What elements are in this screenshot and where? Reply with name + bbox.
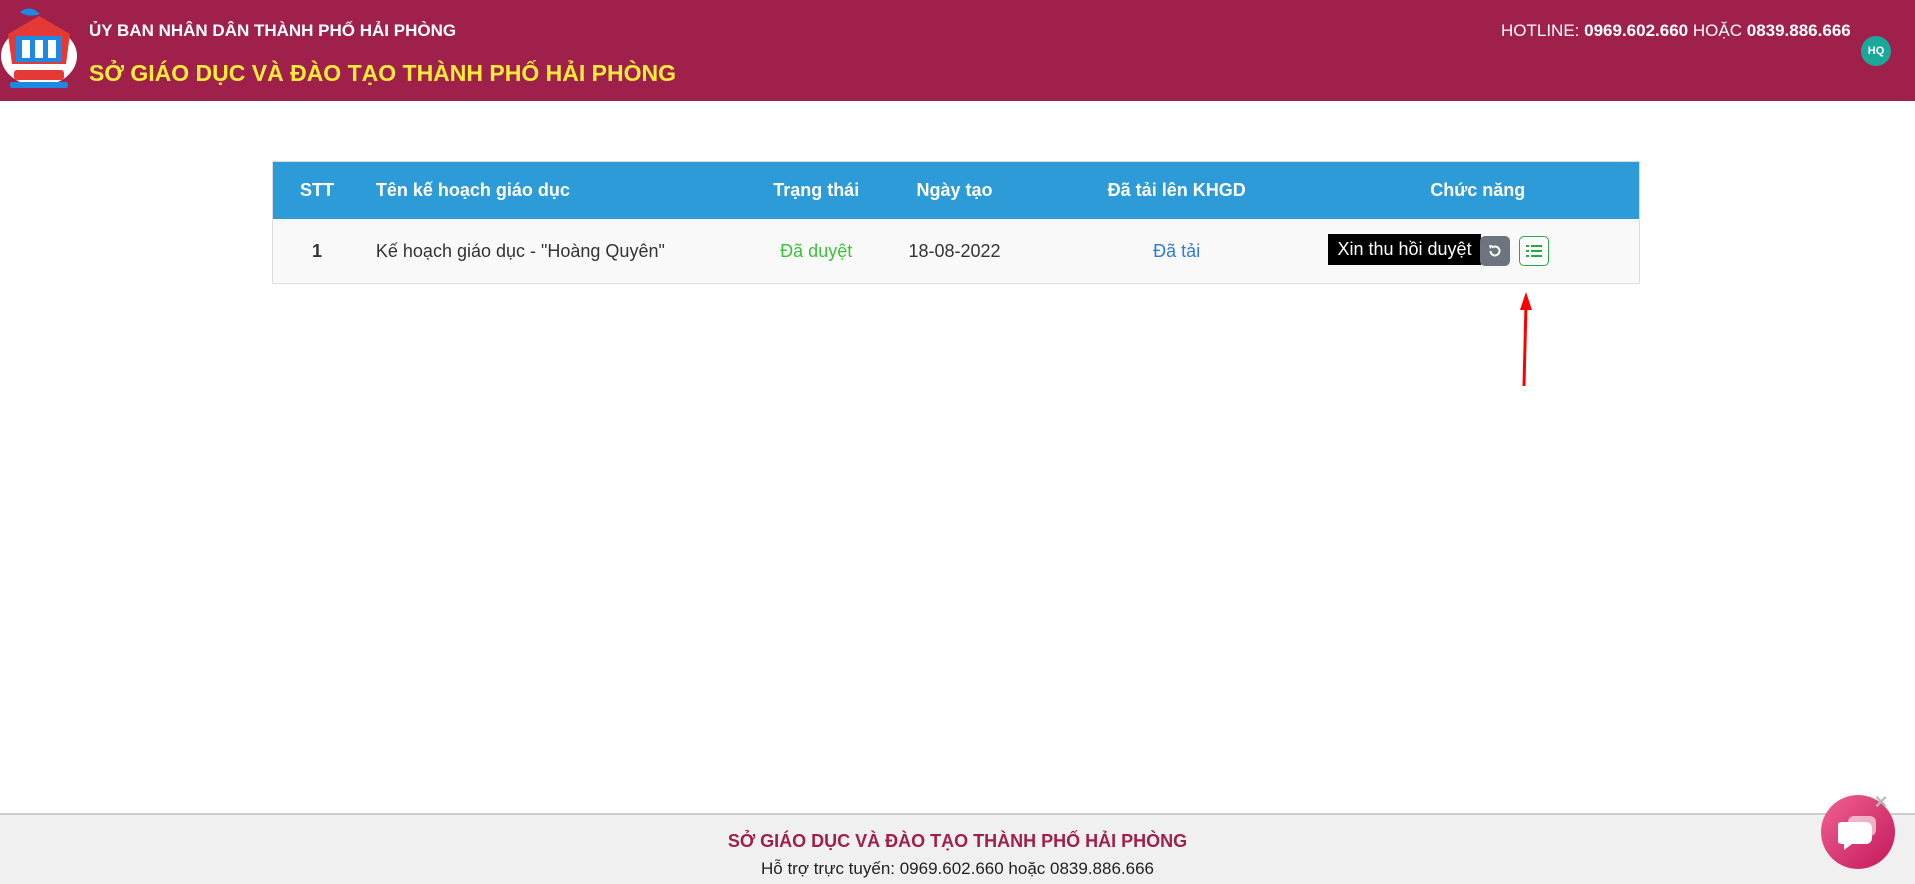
logo-icon[interactable] bbox=[0, 4, 78, 92]
site-header: ỦY BAN NHÂN DÂN THÀNH PHỐ HẢI PHÒNG SỞ G… bbox=[0, 0, 1915, 101]
footer-title: SỞ GIÁO DỤC VÀ ĐÀO TẠO THÀNH PHỐ HẢI PHÒ… bbox=[727, 831, 1188, 851]
row-status: Đã duyệt bbox=[780, 240, 853, 261]
list-icon bbox=[1526, 245, 1543, 257]
row-actions: Xin thu hồi duyệt bbox=[1316, 219, 1639, 283]
col-actions: Chức năng bbox=[1430, 180, 1526, 200]
row-name: Kế hoạch giáo dục - "Hoàng Quyên" bbox=[375, 240, 665, 261]
site-footer: SỞ GIÁO DỤC VÀ ĐÀO TẠO THÀNH PHỐ HẢI PHÒ… bbox=[0, 813, 1915, 884]
plan-table-container: STT Tên kế hoạch giáo dục Trạng thái Ngà… bbox=[272, 161, 1640, 284]
table-row: 1 Kế hoạch giáo dục - "Hoàng Quyên" Đã d… bbox=[273, 219, 1639, 283]
avatar[interactable]: HQ bbox=[1861, 36, 1891, 66]
row-uploaded-link[interactable]: Đã tải bbox=[1037, 219, 1317, 283]
hotline-label: HOTLINE: bbox=[1501, 21, 1580, 40]
col-created: Ngày tạo bbox=[916, 180, 993, 200]
table-header-row: STT Tên kế hoạch giáo dục Trạng thái Ngà… bbox=[273, 162, 1639, 219]
row-created: 18-08-2022 bbox=[908, 240, 1001, 261]
revoke-approval-button[interactable] bbox=[1480, 236, 1511, 266]
undo-icon bbox=[1489, 245, 1501, 257]
hotline-number-1: 0969.602.660 bbox=[1584, 21, 1689, 40]
org-name: ỦY BAN NHÂN DÂN THÀNH PHỐ HẢI PHÒNG bbox=[89, 21, 457, 40]
col-name: Tên kế hoạch giáo dục bbox=[375, 180, 570, 200]
row-stt: 1 bbox=[311, 240, 322, 261]
chat-icon bbox=[1838, 816, 1876, 850]
chat-close-icon[interactable]: × bbox=[1870, 791, 1892, 813]
revoke-tooltip: Xin thu hồi duyệt bbox=[1328, 234, 1488, 265]
col-uploaded: Đã tải lên KHGD bbox=[1107, 180, 1246, 200]
dept-name: SỞ GIÁO DỤC VÀ ĐÀO TẠO THÀNH PHỐ HẢI PHÒ… bbox=[89, 60, 676, 86]
annotation-arrow-icon bbox=[1520, 292, 1532, 387]
view-details-button[interactable] bbox=[1519, 236, 1550, 266]
hotline-info: HOTLINE: 0969.602.660 HOẶC 0839.886.666 bbox=[1501, 21, 1851, 41]
hotline-or: HOẶC bbox=[1692, 21, 1742, 40]
col-status: Trạng thái bbox=[773, 180, 860, 200]
plan-table: STT Tên kế hoạch giáo dục Trạng thái Ngà… bbox=[273, 162, 1639, 283]
hotline-number-2: 0839.886.666 bbox=[1746, 21, 1851, 40]
col-stt: STT bbox=[299, 180, 334, 200]
footer-support: Hỗ trợ trực tuyến: 0969.602.660 hoặc 083… bbox=[760, 859, 1155, 878]
